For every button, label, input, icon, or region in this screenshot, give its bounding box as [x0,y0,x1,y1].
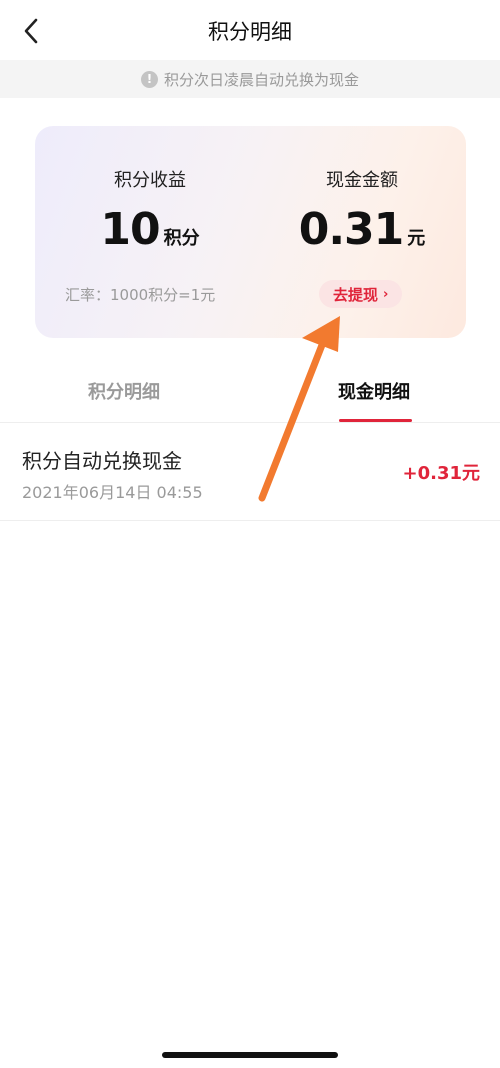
record-datetime: 2021年06月14日 04:55 [22,483,203,502]
record-amount: +0.31元 [402,463,481,484]
cash-value: 0.31 [298,204,405,255]
cash-summary: 现金金额 0.31 元 [262,126,462,255]
points-summary: 积分收益 10 积分 [50,126,250,255]
tab-points-detail[interactable]: 积分明细 [88,378,160,404]
summary-card: 积分收益 10 积分 现金金额 0.31 元 汇率：1000积分=1元 去提现 … [35,126,466,338]
exchange-rate-text: 汇率：1000积分=1元 [65,286,216,304]
withdraw-label: 去提现 [333,285,379,304]
chevron-right-icon: › [383,286,389,302]
home-indicator [162,1052,338,1058]
cash-label: 现金金额 [326,170,398,191]
tab-cash-detail[interactable]: 现金明细 [338,378,410,404]
active-tab-indicator [339,419,412,422]
points-label: 积分收益 [114,170,186,191]
page-title: 积分明细 [208,20,292,44]
points-unit: 积分 [163,228,200,249]
record-title: 积分自动兑换现金 [22,449,182,473]
info-icon: ! [140,70,158,88]
notice-bar: ! 积分次日凌晨自动兑换为现金 [0,60,500,98]
notice-text: 积分次日凌晨自动兑换为现金 [163,70,359,89]
list-item[interactable]: 积分自动兑换现金 2021年06月14日 04:55 +0.31元 [0,423,500,521]
cash-value-group: 0.31 元 [262,204,462,255]
withdraw-button[interactable]: 去提现 › [319,280,403,308]
tab-bar: 积分明细 现金明细 [0,360,500,423]
points-value: 10 [100,204,160,255]
top-bar: 积分明细 [0,0,500,60]
cash-unit: 元 [407,228,426,249]
points-value-group: 10 积分 [50,204,250,255]
